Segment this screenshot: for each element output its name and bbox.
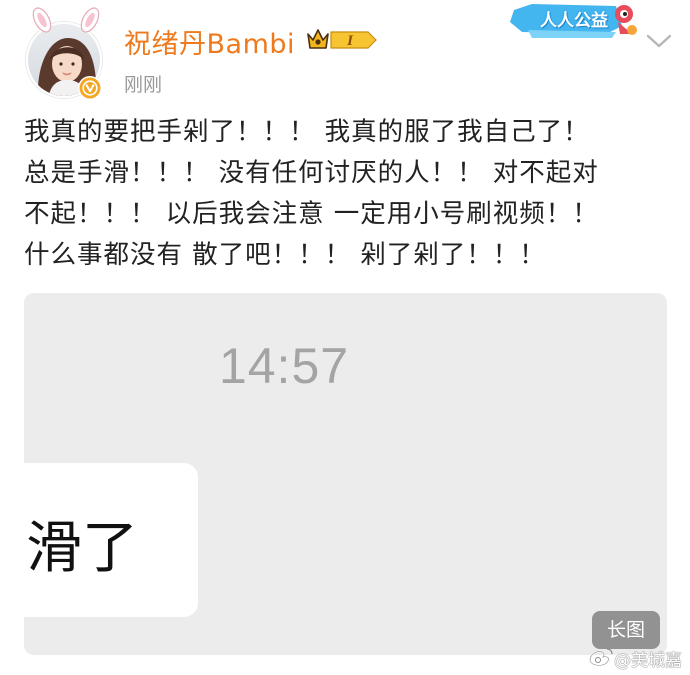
- author-username[interactable]: 祝绪丹Bambi: [124, 22, 295, 61]
- post-text-line: 不起！！！ 以后我会注意 一定用小号刷视频！！: [24, 199, 599, 229]
- post-text-line: 我真的要把手剁了！！！ 我真的服了我自己了！: [24, 117, 590, 147]
- watermark-text: @美城嘉: [614, 651, 682, 671]
- verified-badge-icon: [78, 76, 102, 100]
- weibo-post-card: 祝绪丹Bambi I 刚刚 人人公益 我真的要把手剁了！！！ 我真的服了我自己了…: [0, 0, 690, 675]
- long-image-tag: 长图: [592, 611, 660, 649]
- weibo-logo-icon: [589, 648, 613, 667]
- vip-level-badge[interactable]: I: [306, 26, 378, 54]
- post-text-line: 什么事都没有 散了吧！！！ 剁了剁了！！！: [24, 240, 546, 270]
- image-chat-text: 滑了: [26, 516, 138, 581]
- post-image[interactable]: 14:57 滑了 长图: [24, 293, 667, 655]
- post-body-text: 我真的要把手剁了！！！ 我真的服了我自己了！ 总是手滑！！！ 没有任何讨厌的人！…: [24, 112, 670, 276]
- charity-badge-label: 人人公益: [540, 11, 608, 31]
- vip-level-text: I: [346, 33, 354, 49]
- post-timestamp: 刚刚: [124, 74, 163, 96]
- author-avatar[interactable]: [24, 7, 108, 100]
- image-chat-bubble: 滑了: [24, 463, 198, 617]
- more-options-chevron-icon[interactable]: [642, 30, 676, 52]
- post-text-line: 总是手滑！！！ 没有任何讨厌的人！！ 对不起对: [24, 158, 599, 188]
- bunny-ears-icon: [32, 7, 100, 33]
- image-clock-time: 14:57: [218, 338, 350, 394]
- crown-icon: [307, 29, 329, 49]
